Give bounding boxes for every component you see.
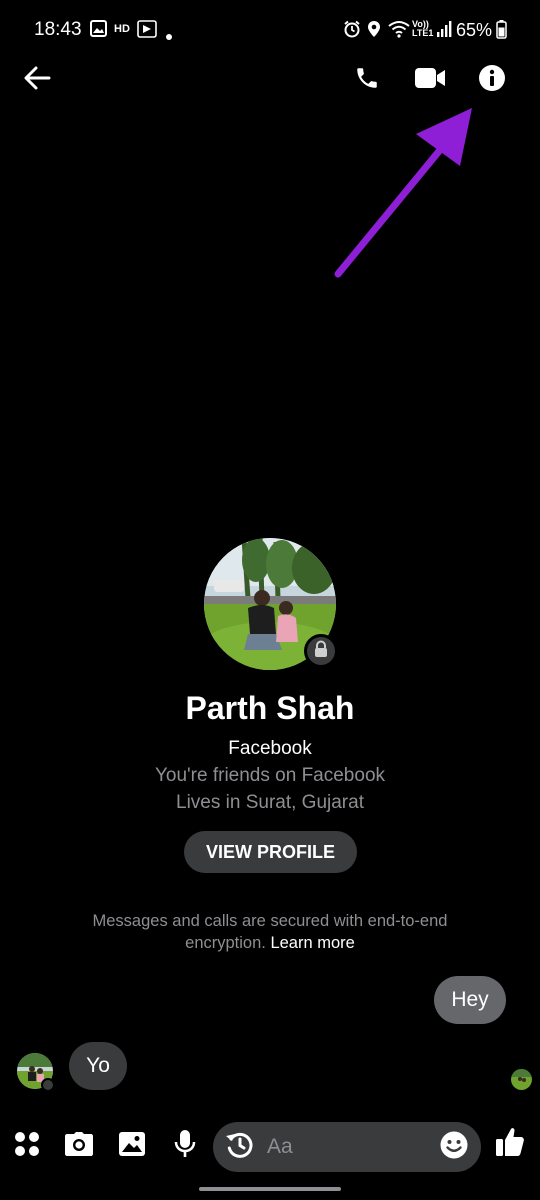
menu-dots-icon (14, 1131, 40, 1162)
history-button[interactable] (221, 1128, 259, 1166)
emoji-icon (439, 1130, 469, 1165)
lock-icon (313, 639, 329, 663)
view-profile-button[interactable]: VIEW PROFILE (184, 831, 357, 873)
hd-icon: HD (114, 23, 130, 35)
camera-button[interactable] (59, 1126, 99, 1166)
signal-icon (436, 20, 452, 43)
message-bubble-outgoing[interactable]: Hey (434, 976, 506, 1024)
microphone-icon (174, 1129, 196, 1164)
profile-platform: Facebook (228, 738, 312, 759)
learn-more-link[interactable]: Learn more (270, 934, 354, 952)
gallery-button[interactable] (112, 1126, 152, 1166)
annotation-arrow (320, 100, 480, 285)
image-icon (118, 1131, 146, 1162)
video-camera-icon (414, 67, 446, 94)
wifi-icon (388, 20, 410, 43)
battery-percent: 65% (456, 20, 493, 40)
profile-avatar[interactable] (204, 538, 338, 670)
encryption-notice: Messages and calls are secured with end-… (60, 910, 480, 954)
message-composer[interactable] (213, 1122, 481, 1172)
info-icon (478, 64, 506, 97)
profile-name: Parth Shah (185, 690, 355, 726)
back-button[interactable] (15, 58, 59, 102)
message-bubble-incoming[interactable]: Yo (69, 1042, 127, 1090)
app-icon (137, 20, 157, 43)
voice-call-button[interactable] (345, 58, 389, 102)
sender-lock-badge (41, 1078, 55, 1092)
status-bar: 18:43 HD Vo)) LTE1 65% (0, 0, 540, 62)
gallery-icon (90, 20, 107, 42)
encryption-badge (304, 634, 338, 668)
thumbs-up-icon (495, 1126, 525, 1163)
seen-indicator-avatar (511, 1069, 532, 1090)
history-icon (225, 1130, 255, 1165)
home-indicator[interactable] (199, 1187, 341, 1191)
friends-status: You're friends on Facebook (154, 765, 386, 786)
menu-button[interactable] (7, 1126, 47, 1166)
voice-message-button[interactable] (165, 1126, 205, 1166)
alarm-icon (343, 20, 361, 43)
video-call-button[interactable] (408, 58, 452, 102)
dot-icon (166, 27, 172, 45)
like-button[interactable] (490, 1124, 530, 1164)
message-input[interactable] (267, 1130, 427, 1164)
location-icon (367, 20, 381, 43)
status-time: 18:43 (34, 19, 82, 40)
camera-icon (64, 1131, 94, 1162)
profile-location: Lives in Surat, Gujarat (176, 792, 364, 813)
emoji-button[interactable] (435, 1128, 473, 1166)
network-label: Vo)) LTE1 (412, 19, 434, 38)
back-arrow-icon (23, 66, 51, 95)
phone-icon (354, 65, 380, 96)
info-button[interactable] (470, 58, 514, 102)
battery-icon (496, 20, 507, 44)
